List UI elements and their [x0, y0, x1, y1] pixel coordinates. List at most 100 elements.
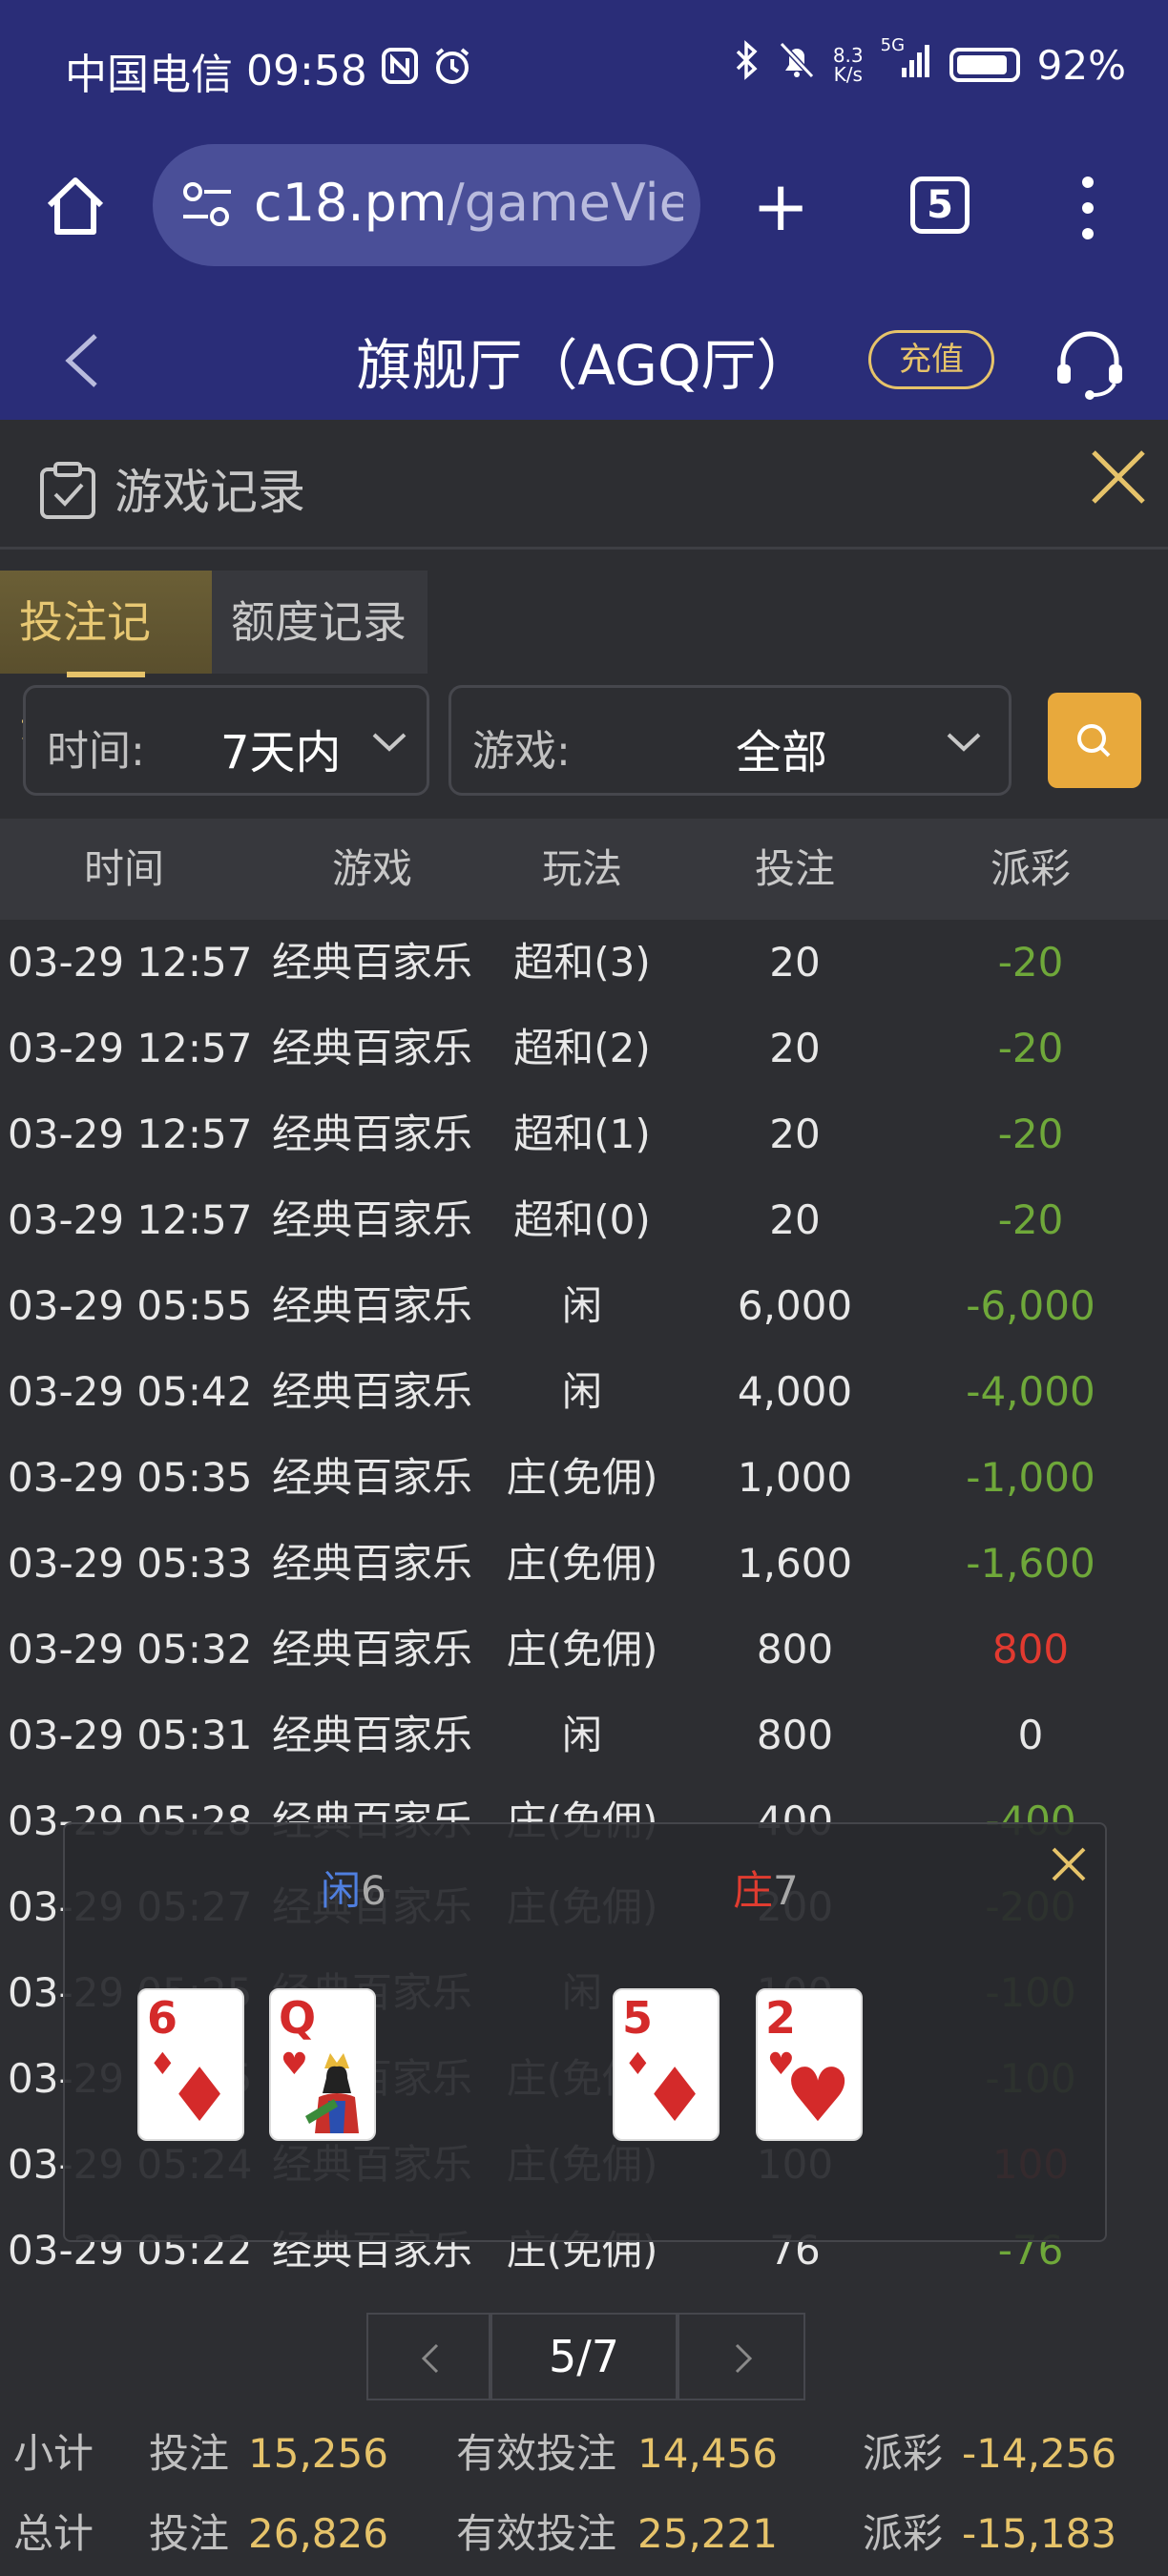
search-icon — [1077, 724, 1111, 758]
table-row[interactable]: 03-29 05:42 经典百家乐 闲 4,000 -4,000 — [0, 1349, 1168, 1435]
row-payout: -20 — [997, 1111, 1064, 1157]
row-play: 超和(2) — [513, 1025, 651, 1071]
search-button[interactable] — [1048, 693, 1141, 788]
total-label: 总计 — [13, 2510, 94, 2557]
signal-label: 5G — [880, 35, 906, 55]
panel-header: 游戏记录 — [0, 420, 1168, 550]
clipboard-check-icon — [36, 460, 99, 521]
tab-credit-records[interactable]: 额度记录 — [212, 571, 428, 674]
site-settings-icon[interactable] — [179, 180, 237, 228]
active-tab-indicator — [67, 672, 145, 677]
panel-title: 游戏记录 — [115, 465, 305, 520]
recharge-button[interactable]: 充值 — [868, 330, 994, 389]
subtotal-bet: 15,256 — [248, 2430, 388, 2477]
signal-icon: 5G — [881, 35, 932, 89]
row-bet: 800 — [756, 1712, 834, 1758]
subtotal-payout: -14,256 — [962, 2430, 1117, 2477]
row-payout: -20 — [997, 939, 1064, 986]
row-time: 03-29 05:33 — [8, 1540, 253, 1587]
card-suit-large: ♦ — [166, 2053, 233, 2139]
url-host: c18.pm — [254, 173, 448, 233]
row-bet: 1,600 — [737, 1540, 853, 1587]
row-game: 经典百家乐 — [272, 1111, 473, 1157]
close-icon — [1052, 1847, 1086, 1881]
valid-bet-label: 有效投注 — [456, 2510, 617, 2557]
table-row[interactable]: 03-29 05:31 经典百家乐 闲 800 0 — [0, 1693, 1168, 1778]
table-row[interactable]: 03-29 12:57 经典百家乐 超和(1) 20 -20 — [0, 1091, 1168, 1177]
battery-percent: 92% — [1036, 41, 1126, 89]
column-header-play: 玩法 — [541, 845, 622, 892]
time-filter-select[interactable]: 时间: 7天内 — [23, 685, 429, 796]
table-row[interactable]: 03-29 05:55 经典百家乐 闲 6,000 -6,000 — [0, 1263, 1168, 1349]
row-game: 经典百家乐 — [272, 1196, 473, 1243]
tab-bet-records[interactable]: 投注记录 — [0, 571, 212, 751]
status-bar: 中国电信 09:58 8.3 K/s 5G 92% — [0, 0, 1168, 138]
bet-label: 投注 — [149, 2510, 230, 2557]
column-header-bet: 投注 — [754, 845, 835, 892]
card-rank: 5 — [622, 1992, 654, 2044]
row-time: 03-29 05:42 — [8, 1368, 253, 1415]
row-game: 经典百家乐 — [272, 1282, 473, 1329]
address-bar[interactable]: c18.pm/gameView? — [153, 144, 700, 266]
row-payout: -1,000 — [966, 1454, 1095, 1501]
row-play: 超和(3) — [513, 939, 651, 986]
row-time: 03-29 05:31 — [8, 1712, 253, 1758]
card-rank: Q — [279, 1992, 317, 2044]
table-row[interactable]: 03-29 12:57 经典百家乐 超和(0) 20 -20 — [0, 1177, 1168, 1263]
net-speed: 8.3 K/s — [833, 46, 864, 84]
row-game: 经典百家乐 — [272, 1712, 473, 1758]
column-header-game: 游戏 — [331, 845, 412, 892]
new-tab-button[interactable]: + — [752, 172, 809, 240]
app-header: 旗舰厅（AGQ厅） 充值 — [0, 296, 1168, 420]
table-row[interactable]: 03-29 05:32 经典百家乐 庄(免佣) 800 800 — [0, 1607, 1168, 1693]
player-card-1: 6 ♦ ♦ — [137, 1988, 244, 2141]
total-payout: -15,183 — [962, 2510, 1117, 2557]
total-bet: 26,826 — [248, 2510, 388, 2557]
banker-score: 7 — [773, 1867, 799, 1914]
next-page-button[interactable] — [678, 2313, 805, 2400]
home-button[interactable] — [42, 173, 109, 239]
row-payout: -6,000 — [966, 1282, 1095, 1329]
row-play: 闲 — [561, 1712, 602, 1758]
customer-service-button[interactable] — [1052, 326, 1128, 403]
chevron-left-icon — [421, 2343, 439, 2374]
nfc-icon — [381, 47, 419, 95]
table-row[interactable]: 03-29 05:33 经典百家乐 庄(免佣) 1,600 -1,600 — [0, 1521, 1168, 1607]
net-speed-unit: K/s — [833, 63, 863, 86]
battery-icon — [949, 48, 1020, 82]
table-row[interactable]: 03-29 05:35 经典百家乐 庄(免佣) 1,000 -1,000 — [0, 1435, 1168, 1521]
row-play: 闲 — [561, 1368, 602, 1415]
game-record-panel: 游戏记录 投注记录 额度记录 时间: 7天内 游戏: 全部 时间 游戏 玩法 投… — [0, 420, 1168, 2576]
row-time: 03-29 12:57 — [8, 1196, 253, 1243]
card-suit-large: ♥ — [784, 2053, 851, 2139]
table-row[interactable]: 03-29 12:57 经典百家乐 超和(3) 20 -20 — [0, 920, 1168, 1006]
row-play: 庄(免佣) — [506, 1454, 658, 1501]
column-header-payout: 派彩 — [990, 845, 1071, 892]
chevron-down-icon — [946, 732, 982, 753]
row-game: 经典百家乐 — [272, 939, 473, 986]
prev-page-button[interactable] — [366, 2313, 490, 2400]
close-panel-button[interactable] — [1088, 447, 1149, 508]
close-icon — [1092, 450, 1145, 504]
row-time: 03-29 12:57 — [8, 939, 253, 986]
pagination: 5/7 — [366, 2313, 805, 2400]
mute-bell-icon — [778, 40, 816, 90]
subtotal-valid-bet: 14,456 — [637, 2430, 778, 2477]
time-filter-value: 7天内 — [220, 726, 342, 779]
table-row[interactable]: 03-29 12:57 经典百家乐 超和(2) 20 -20 — [0, 1006, 1168, 1091]
tab-switcher-button[interactable]: 5 — [910, 177, 970, 234]
banker-label: 庄 — [733, 1867, 774, 1914]
row-bet: 20 — [769, 1025, 821, 1071]
headset-icon — [1057, 331, 1122, 400]
row-play: 超和(0) — [513, 1196, 651, 1243]
row-bet: 800 — [756, 1626, 834, 1672]
row-game: 经典百家乐 — [272, 1626, 473, 1672]
row-time: 03-29 12:57 — [8, 1111, 253, 1157]
result-popup: 闲6 庄7 6 ♦ ♦ Q ♥ 5 ♦ ♦ 2 ♥ ♥ — [63, 1822, 1107, 2242]
close-popup-button[interactable] — [1048, 1843, 1090, 1885]
game-filter-select[interactable]: 游戏: 全部 — [448, 685, 1012, 796]
browser-menu-button[interactable] — [1078, 177, 1097, 239]
player-result: 闲6 — [321, 1859, 386, 1917]
row-game: 经典百家乐 — [272, 1025, 473, 1071]
queen-figure-icon — [305, 2053, 359, 2133]
